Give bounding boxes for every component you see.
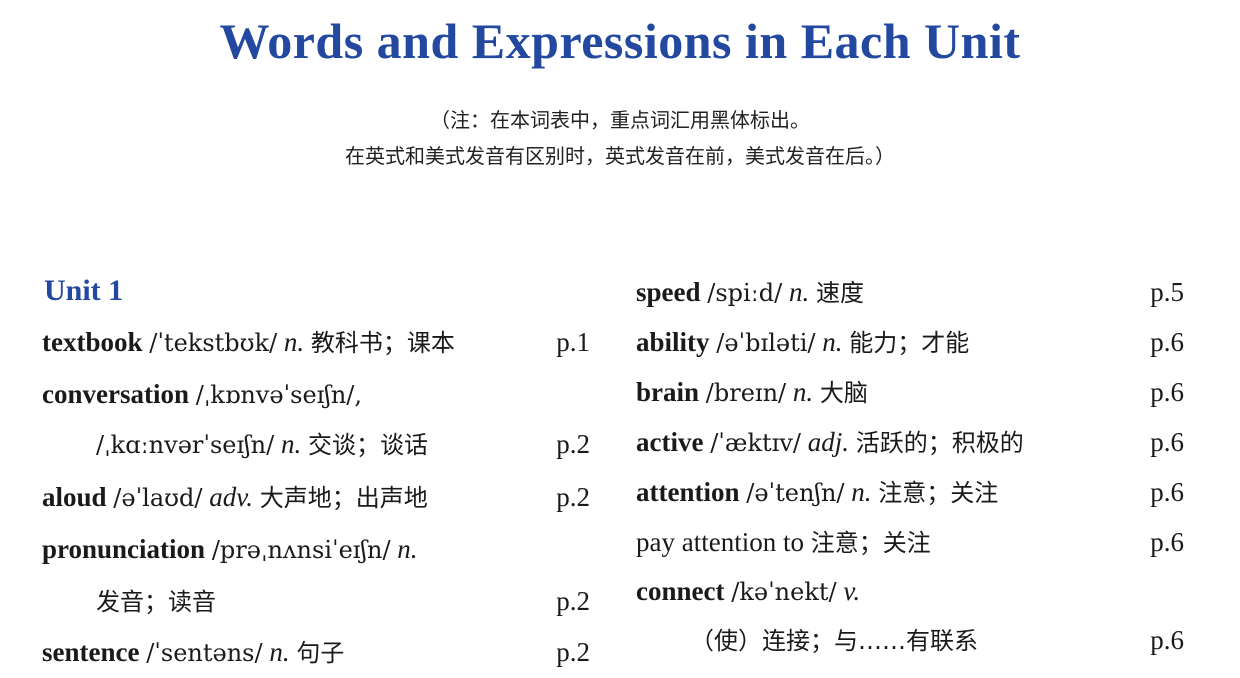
entry-sentence: sentence /ˈsentəns/ n. 句子 p.2 (42, 632, 590, 672)
entry-pos: n. (280, 429, 302, 459)
entry-connect: connect /kəˈnekt/ v. (636, 571, 1184, 611)
entry-pos: n. (283, 327, 305, 357)
entry-speed: speed /spiːd/ n. 速度 p.5 (636, 272, 1184, 312)
entry-chinese: 注意；关注 (878, 479, 999, 507)
entry-brain: brain /breɪn/ n. 大脑 p.6 (636, 372, 1184, 412)
entry-page: p.2 (556, 482, 590, 512)
entry-phonetic: /ˈtekstbʊk/ (149, 329, 278, 357)
entry-word: textbook (42, 327, 143, 357)
entry-word: speed (636, 277, 701, 307)
entry-page: p.2 (556, 586, 590, 616)
entry-phonetic: /prəˌnʌnsiˈeɪʃn/ (211, 536, 391, 564)
entry-page: p.2 (556, 429, 590, 459)
entry-page: p.6 (1150, 477, 1184, 507)
unit-heading: Unit 1 (44, 274, 124, 307)
entry-pos: n. (792, 377, 814, 407)
entry-word: conversation (42, 379, 189, 409)
entry-ability: ability /əˈbɪləti/ n. 能力；才能 p.6 (636, 322, 1184, 362)
entry-chinese: 发音；读音 (96, 588, 216, 616)
entry-page: p.6 (1150, 327, 1184, 357)
entry-word: active (636, 427, 704, 457)
entry-phonetic: /ˌkɑːnvərˈseɪʃn/ (96, 431, 275, 459)
entry-phonetic: /əˈlaʊd/ (113, 484, 203, 512)
entry-chinese: 能力；才能 (849, 329, 970, 357)
entry-pos: n. (269, 637, 290, 667)
entry-chinese: 句子 (296, 639, 345, 667)
entry-phonetic: /kəˈnekt/ (731, 578, 837, 606)
entry-pos: adv. (209, 482, 253, 512)
entry-page: p.6 (1150, 427, 1184, 457)
page-title: Words and Expressions in Each Unit (219, 13, 1021, 69)
entry-page: p.1 (556, 327, 590, 357)
entry-chinese: 大脑 (819, 379, 868, 407)
entry-conversation: conversation /ˌkɒnvəˈseɪʃn/, (42, 374, 590, 414)
entry-word: pronunciation (42, 534, 206, 564)
entry-pos: v. (843, 576, 861, 606)
entry-pos: n. (789, 277, 810, 307)
entry-chinese: 注意；关注 (810, 529, 931, 557)
entry-connect-cont: （使）连接；与……有联系 p.6 (636, 620, 1184, 660)
entry-pos: n. (397, 534, 418, 564)
entry-pronunciation-cont: 发音；读音 p.2 (42, 581, 590, 621)
entry-chinese: 教科书；课本 (310, 329, 455, 357)
entry-phonetic: /breɪn/ (705, 379, 787, 407)
entry-phonetic: /ˈsentəns/ (146, 639, 263, 667)
entry-phonetic: /əˈbɪləti/ (716, 329, 816, 357)
note-line-1: （注：在本词表中，重点词汇用黑体标出。 (430, 108, 810, 132)
entry-page: p.2 (556, 637, 590, 667)
entry-pos: n. (822, 327, 843, 357)
entry-attention: attention /əˈtenʃn/ n. 注意；关注 p.6 (636, 472, 1184, 512)
entry-aloud: aloud /əˈlaʊd/ adv. 大声地；出声地 p.2 (42, 477, 590, 517)
entry-pronunciation: pronunciation /prəˌnʌnsiˈeɪʃn/ n. (42, 529, 590, 569)
entry-page: p.6 (1150, 527, 1184, 557)
entry-active: active /ˈæktɪv/ adj. 活跃的；积极的 p.6 (636, 422, 1184, 462)
entry-page: p.6 (1150, 625, 1184, 655)
entry-word: sentence (42, 637, 140, 667)
note-line-2: 在英式和美式发音有区别时，英式发音在前，美式发音在后。） (345, 144, 895, 168)
entry-chinese: 大声地；出声地 (259, 484, 428, 512)
entry-chinese: 速度 (816, 279, 864, 307)
entry-phonetic: /ˈæktɪv/ (710, 429, 801, 457)
entry-word: ability (636, 327, 710, 357)
entry-word: connect (636, 576, 725, 606)
entry-page: p.6 (1150, 377, 1184, 407)
entry-chinese: 活跃的；积极的 (855, 429, 1024, 457)
entry-chinese: （使）连接；与……有联系 (690, 627, 978, 655)
entry-phrase: pay attention to (636, 527, 804, 557)
entry-chinese: 交谈；谈话 (307, 431, 428, 459)
entry-phonetic: /ˌkɒnvəˈseɪʃn/, (195, 381, 363, 409)
entry-word: brain (636, 377, 700, 407)
entry-pay-attention-to: pay attention to 注意；关注 p.6 (636, 522, 1184, 562)
entry-pos: adj. (807, 427, 849, 457)
entry-word: attention (636, 477, 740, 507)
entry-conversation-cont: /ˌkɑːnvərˈseɪʃn/ n. 交谈；谈话 p.2 (42, 424, 590, 464)
entry-page: p.5 (1150, 277, 1184, 307)
entry-pos: n. (851, 477, 872, 507)
entry-word: aloud (42, 482, 107, 512)
entry-phonetic: /əˈtenʃn/ (746, 479, 845, 507)
entry-textbook: textbook /ˈtekstbʊk/ n. 教科书；课本 p.1 (42, 322, 590, 362)
entry-phonetic: /spiːd/ (707, 279, 783, 307)
